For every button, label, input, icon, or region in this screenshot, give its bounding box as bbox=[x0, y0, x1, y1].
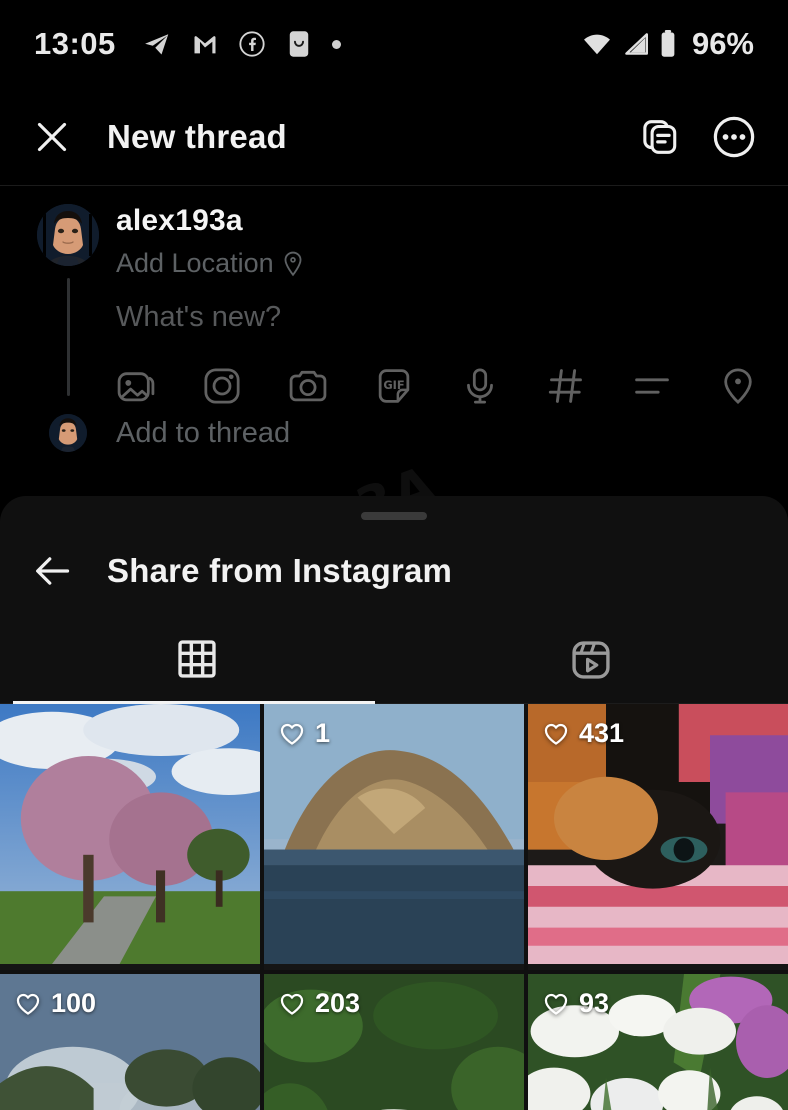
sheet-header: Share from Instagram bbox=[0, 520, 788, 592]
grid-icon bbox=[176, 638, 218, 682]
wifi-icon bbox=[582, 32, 612, 56]
add-to-thread-row[interactable]: Add to thread bbox=[0, 414, 788, 452]
like-count-value: 1 bbox=[315, 718, 331, 748]
location-pin-icon bbox=[282, 251, 304, 277]
sheet-tabs bbox=[0, 626, 788, 704]
location-icon[interactable] bbox=[718, 366, 758, 406]
gmail-icon bbox=[191, 30, 219, 58]
media-item[interactable]: 431 bbox=[528, 704, 788, 970]
close-icon[interactable] bbox=[32, 117, 72, 157]
tab-grid[interactable] bbox=[0, 626, 394, 704]
svg-text:GIF: GIF bbox=[383, 378, 404, 392]
heart-icon bbox=[280, 993, 304, 1015]
thread-connector-line bbox=[66, 278, 70, 396]
like-count: 203 bbox=[278, 988, 360, 1019]
sheet-drag-handle[interactable] bbox=[361, 512, 427, 520]
composer-main-row: alex193a Add Location What's new? GIF bbox=[0, 204, 788, 406]
more-options-icon[interactable] bbox=[712, 115, 756, 159]
media-item[interactable]: 1 bbox=[264, 704, 524, 970]
like-count-value: 203 bbox=[315, 988, 361, 1018]
poll-icon[interactable] bbox=[632, 366, 672, 406]
tab-reels[interactable] bbox=[394, 626, 788, 704]
like-count: 431 bbox=[542, 718, 624, 749]
like-count: 100 bbox=[14, 988, 96, 1019]
heart-icon bbox=[16, 993, 40, 1015]
add-location-label: Add Location bbox=[116, 248, 274, 278]
status-bar-notification-icons bbox=[142, 29, 341, 59]
phone-screen: 13:05 96% New thread alex193a Add Locati… bbox=[0, 0, 788, 1110]
add-to-thread-avatar-wrap bbox=[30, 414, 106, 452]
status-bar-system-icons: 96% bbox=[582, 26, 754, 62]
add-location-button[interactable]: Add Location bbox=[116, 248, 758, 279]
heart-icon bbox=[544, 723, 568, 745]
instagram-media-grid: 1 431 100 203 93 bbox=[0, 704, 788, 1110]
media-thumbnail bbox=[0, 704, 260, 964]
avatar[interactable] bbox=[37, 204, 99, 266]
media-item[interactable]: 100 bbox=[0, 974, 260, 1110]
like-count-value: 93 bbox=[579, 988, 610, 1018]
media-item[interactable] bbox=[0, 704, 260, 970]
heart-icon bbox=[280, 723, 304, 745]
like-count: 93 bbox=[542, 988, 609, 1019]
facebook-icon bbox=[238, 30, 266, 58]
microphone-icon[interactable] bbox=[460, 366, 500, 406]
app-bar-actions bbox=[640, 115, 756, 159]
composer-text-input[interactable]: What's new? bbox=[116, 301, 758, 334]
page-title: New thread bbox=[107, 117, 287, 155]
instagram-icon[interactable] bbox=[202, 366, 242, 406]
like-count-value: 431 bbox=[579, 718, 625, 748]
media-item[interactable]: 203 bbox=[264, 974, 524, 1110]
cellular-signal-icon bbox=[622, 32, 650, 56]
reels-icon bbox=[569, 638, 613, 682]
like-count-value: 100 bbox=[51, 988, 97, 1018]
composer-attachment-toolbar: GIF bbox=[116, 366, 758, 406]
thread-composer: alex193a Add Location What's new? GIF Ad… bbox=[0, 186, 788, 637]
back-arrow-icon[interactable] bbox=[32, 550, 74, 592]
telegram-icon bbox=[142, 29, 172, 59]
status-bar: 13:05 96% bbox=[0, 0, 788, 88]
app-bar: New thread bbox=[0, 88, 788, 186]
composer-username: alex193a bbox=[116, 204, 243, 237]
battery-percentage: 96% bbox=[691, 26, 754, 61]
hashtag-icon[interactable] bbox=[546, 366, 586, 406]
sheet-title: Share from Instagram bbox=[107, 552, 453, 589]
drafts-icon[interactable] bbox=[640, 116, 682, 158]
camera-icon[interactable] bbox=[288, 366, 328, 406]
battery-icon bbox=[660, 30, 676, 58]
dot-icon bbox=[331, 39, 341, 49]
media-item[interactable]: 93 T bbox=[528, 974, 788, 1110]
avatar bbox=[49, 414, 87, 452]
composer-body: alex193a Add Location What's new? GIF bbox=[106, 204, 758, 406]
gallery-icon[interactable] bbox=[116, 366, 156, 406]
add-to-thread-label: Add to thread bbox=[116, 416, 291, 449]
heart-icon bbox=[544, 993, 568, 1015]
status-bar-clock: 13:05 bbox=[34, 26, 116, 61]
gif-icon[interactable]: GIF bbox=[374, 366, 414, 406]
composer-avatar-column bbox=[30, 204, 106, 406]
shop-icon bbox=[285, 29, 313, 59]
like-count: 1 bbox=[278, 718, 330, 749]
share-from-instagram-sheet: Share from Instagram 1 431 100 203 93 bbox=[0, 496, 788, 1110]
